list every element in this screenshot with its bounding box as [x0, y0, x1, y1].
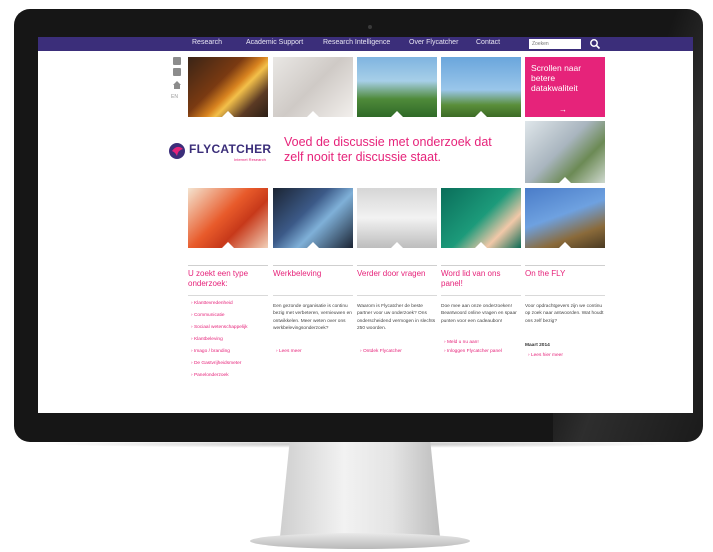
column-body: Doe mee aan onze onderzoeken! Beantwoord… — [441, 304, 517, 324]
list-item[interactable]: › Panelonderzoek — [191, 373, 229, 378]
read-more-link[interactable]: › Lees meer — [276, 349, 302, 354]
list-item[interactable]: › Communicatie — [191, 313, 225, 318]
list-item[interactable]: › Klantbeleving — [191, 337, 223, 342]
read-more-link[interactable]: › Lees hier meer — [528, 353, 563, 358]
website-screen: Research Academic Support Research Intel… — [38, 37, 693, 413]
flycatcher-logo[interactable]: FLYCATCHER Internet Research — [168, 140, 272, 164]
nav-item-research[interactable]: Research — [192, 39, 222, 46]
column-divider — [273, 295, 353, 296]
promo-text: Scrollen naar betere datakwaliteit — [531, 63, 582, 93]
logo-text: FLYCATCHER — [189, 142, 272, 156]
top-navigation: Research Academic Support Research Intel… — [38, 37, 693, 51]
monitor-stand-base — [250, 533, 470, 549]
column-title: Word lid van ons panel! — [441, 269, 501, 288]
tile-qr-image[interactable] — [357, 188, 437, 248]
column-divider — [188, 265, 268, 266]
column-divider — [357, 295, 437, 296]
tile-robot-image[interactable] — [188, 188, 268, 248]
nav-item-contact[interactable]: Contact — [476, 39, 500, 46]
column-title: Werkbeleving — [273, 269, 322, 278]
list-item[interactable]: › De Gastvrijheidsmeter — [191, 361, 241, 366]
column-body: Een gezonde organisatie is continu bezig… — [273, 304, 352, 331]
tile-sign-image[interactable] — [441, 57, 521, 117]
list-item[interactable]: › Klanttevredenheid — [191, 301, 233, 306]
nav-item-research-intelligence[interactable]: Research Intelligence — [323, 39, 390, 46]
signup-link[interactable]: › Meld u nu aan! — [444, 340, 479, 345]
tile-house-image[interactable] — [357, 57, 437, 117]
tile-kid-image[interactable] — [441, 188, 521, 248]
column-title: On the FLY — [525, 269, 566, 278]
plus-icon[interactable] — [173, 57, 181, 65]
column-divider — [188, 295, 268, 296]
side-toolbar: EN — [170, 57, 184, 102]
promo-tile[interactable]: Scrollen naar betere datakwaliteit → — [525, 57, 605, 117]
column-divider — [525, 265, 605, 266]
minus-icon[interactable] — [173, 68, 181, 76]
tile-climber-image[interactable] — [525, 188, 605, 248]
column-divider — [357, 265, 437, 266]
camera-icon — [368, 25, 372, 29]
nav-item-academic-support[interactable]: Academic Support — [246, 39, 303, 46]
column-title: Verder door vragen — [357, 269, 426, 278]
tile-hand-image[interactable] — [273, 57, 353, 117]
post-date: Maart 2014 — [525, 343, 550, 348]
list-item[interactable]: › Sociaal wetenschappelijk — [191, 325, 248, 330]
language-label[interactable]: EN — [171, 94, 178, 100]
monitor-stand — [280, 442, 440, 537]
tile-people-image[interactable] — [525, 121, 605, 183]
logo-icon — [169, 143, 185, 159]
nav-item-over-flycatcher[interactable]: Over Flycatcher — [409, 39, 458, 46]
search-icon[interactable] — [589, 38, 601, 50]
logo-subtitle: Internet Research — [234, 157, 266, 162]
column-divider — [441, 265, 521, 266]
panel-login-link[interactable]: › Inloggen Flycatcher panel — [444, 349, 502, 354]
column-divider — [441, 295, 521, 296]
discover-link[interactable]: › Ontdek Flycatcher — [360, 349, 402, 354]
column-body: Voor opdrachtgevers zijn we continu op z… — [525, 304, 604, 324]
tile-fireplace-image[interactable] — [188, 57, 268, 117]
home-icon[interactable] — [173, 81, 181, 89]
promo-arrow-icon: → — [559, 105, 567, 114]
search-input[interactable] — [529, 39, 581, 49]
column-body: Waarom is Flycatcher de beste partner vo… — [357, 304, 436, 331]
column-divider — [273, 265, 353, 266]
hero-tagline: Voed de discussie met onderzoek dat zelf… — [284, 135, 492, 164]
tile-comic-image[interactable] — [273, 188, 353, 248]
column-title: U zoekt een type onderzoek: — [188, 269, 249, 288]
column-divider — [525, 295, 605, 296]
list-item[interactable]: › Imago / branding — [191, 349, 230, 354]
